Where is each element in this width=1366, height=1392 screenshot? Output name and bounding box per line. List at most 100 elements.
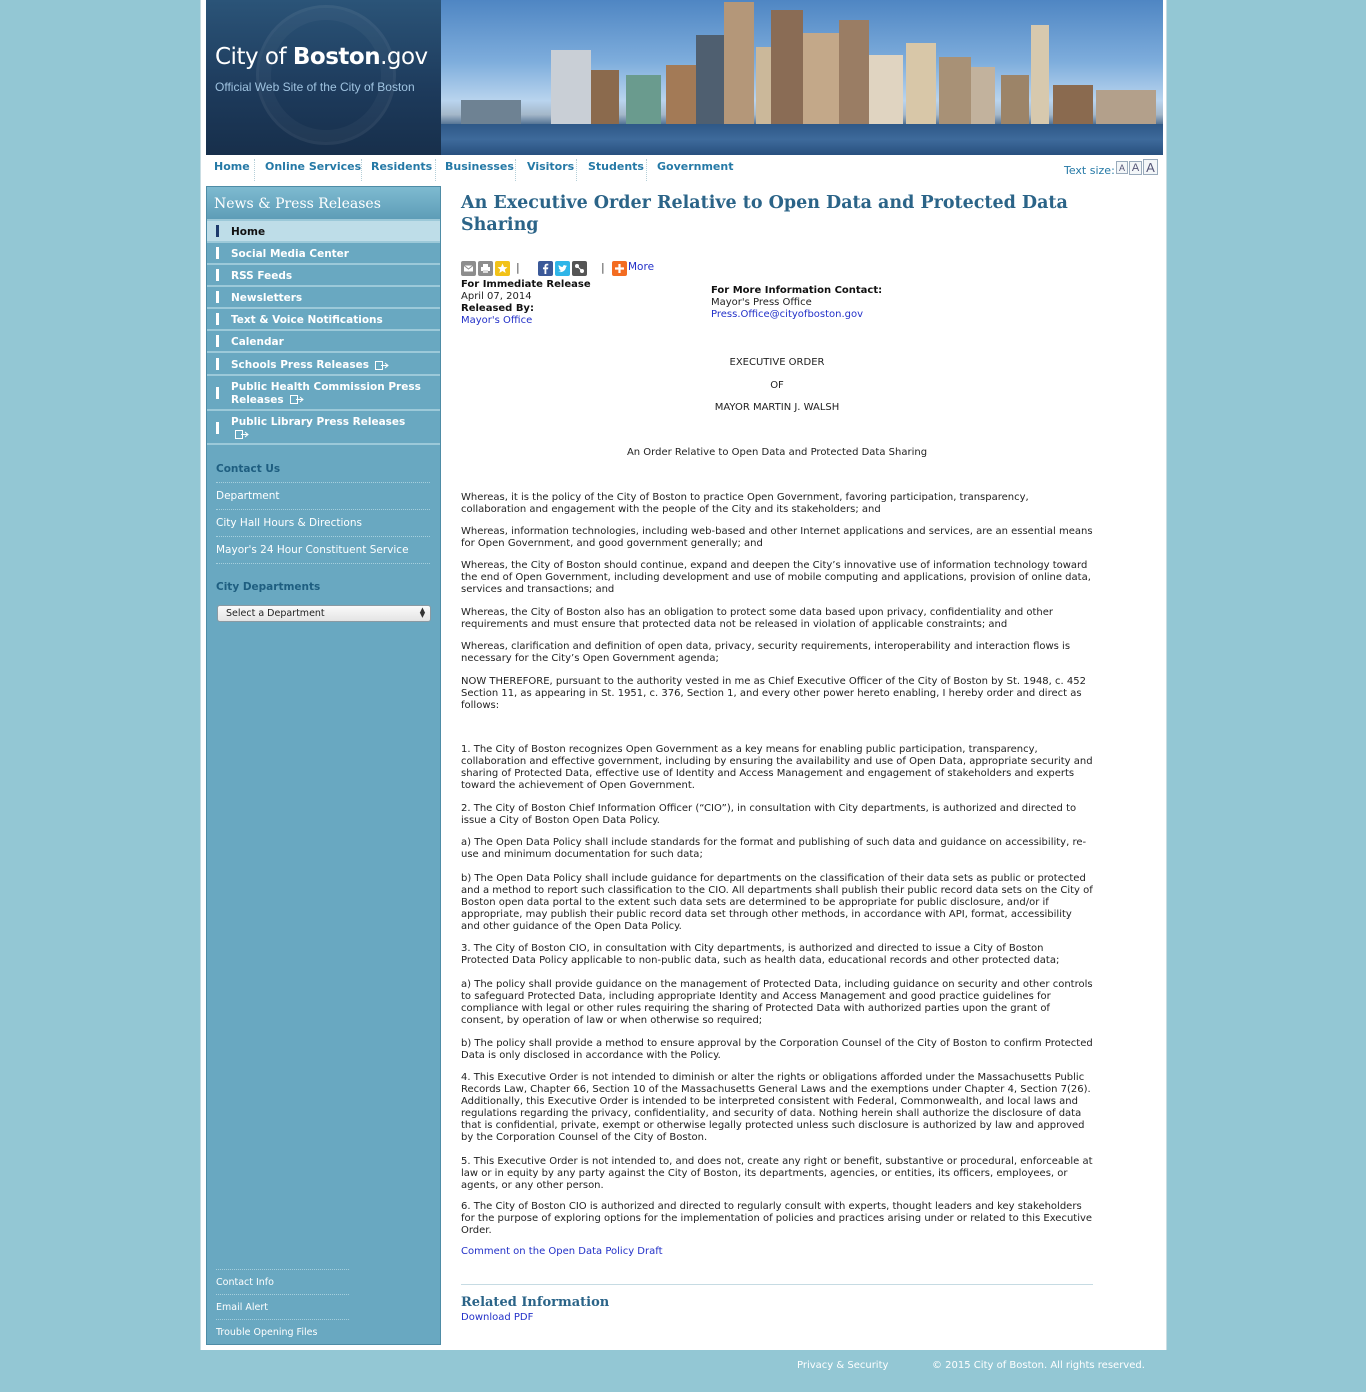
item-marker: [216, 358, 219, 370]
sidebar-item-public-library-press-releases[interactable]: Public Library Press Releases: [207, 409, 440, 445]
item-marker: [216, 313, 219, 325]
article-paragraph: b) The Open Data Policy shall include gu…: [461, 873, 1093, 932]
item-marker: [216, 422, 219, 434]
external-link-icon: [374, 360, 389, 370]
article-paragraph: Whereas, it is the policy of the City of…: [461, 492, 1029, 515]
text-size-medium-button[interactable]: A: [1129, 161, 1142, 175]
text-size-small-button[interactable]: A: [1116, 161, 1128, 174]
sidebar-link-city-hall-hours[interactable]: City Hall Hours & Directions: [216, 517, 362, 529]
contact-email-link[interactable]: Press.Office@cityofboston.gov: [711, 309, 863, 321]
header-banner: City of Boston.gov Official Web Site of …: [206, 0, 1163, 155]
city-seal-icon: [256, 5, 396, 145]
favorite-star-icon[interactable]: [495, 261, 510, 276]
share-toolbar: | | More: [461, 260, 681, 278]
divider: [461, 1284, 1093, 1285]
sidebar-item-label: RSS Feeds: [231, 270, 293, 282]
article-paragraph: Whereas, information technologies, inclu…: [461, 526, 1093, 549]
share-more-link[interactable]: More: [628, 261, 654, 273]
sidebar-item-label: Public Health Commission Press: [231, 381, 421, 393]
nav-divider: [576, 159, 577, 181]
sidebar-header: News & Press Releases: [207, 187, 440, 219]
article-paragraph: Whereas, the City of Boston should conti…: [461, 560, 1091, 595]
nav-residents[interactable]: Residents: [371, 160, 432, 173]
nav-government[interactable]: Government: [657, 160, 733, 173]
article-paragraph: a) The policy shall provide guidance on …: [461, 979, 1093, 1026]
sidebar-item-social-media-center[interactable]: Social Media Center: [207, 241, 440, 263]
article-paragraph: 5. This Executive Order is not intended …: [461, 1156, 1093, 1191]
order-heading-line: EXECUTIVE ORDER: [729, 357, 825, 368]
share-divider: |: [516, 261, 520, 274]
page-container: City of Boston.gov Official Web Site of …: [200, 0, 1167, 1350]
footer-link-contact-info[interactable]: Contact Info: [216, 1277, 274, 1288]
facebook-icon[interactable]: [538, 261, 553, 276]
divider: [216, 1269, 349, 1270]
article-paragraph: a) The Open Data Policy shall include st…: [461, 837, 1087, 860]
order-subheading: An Order Relative to Open Data and Prote…: [626, 447, 928, 458]
contact-us-heading[interactable]: Contact Us: [216, 463, 280, 475]
sidebar-item-label: Newsletters: [231, 292, 303, 304]
divider: [216, 1294, 349, 1295]
nav-divider: [254, 159, 255, 181]
sidebar-item-label: Schools Press Releases: [231, 359, 369, 371]
sidebar-item-rss-feeds[interactable]: RSS Feeds: [207, 263, 440, 285]
logo-title: City of Boston.gov: [215, 44, 428, 70]
sidebar-item-public-health-press-releases[interactable]: Public Health Commission Press Releases: [207, 374, 440, 409]
order-heading-line: OF: [770, 380, 784, 391]
active-indicator: [216, 225, 219, 237]
nav-divider: [435, 159, 436, 181]
nav-home[interactable]: Home: [214, 160, 250, 173]
add-more-icon[interactable]: [612, 261, 627, 276]
department-select[interactable]: Select a Department ▲ ▼: [217, 605, 431, 622]
print-icon[interactable]: [478, 261, 493, 276]
article-paragraph: b) The policy shall provide a method to …: [461, 1038, 1093, 1061]
privacy-security-link[interactable]: Privacy & Security: [797, 1360, 888, 1371]
article-paragraph: Whereas, clarification and definition of…: [461, 641, 1071, 664]
nav-students[interactable]: Students: [588, 160, 644, 173]
sidebar-link-constituent-service[interactable]: Mayor's 24 Hour Constituent Service: [216, 544, 409, 556]
sidebar-link-department[interactable]: Department: [216, 490, 280, 502]
copyright-text: © 2015 City of Boston. All rights reserv…: [932, 1360, 1145, 1371]
sidebar-item-home[interactable]: Home: [207, 219, 440, 241]
sidebar-item-label: Social Media Center: [231, 248, 349, 260]
sidebar-item-newsletters[interactable]: Newsletters: [207, 285, 440, 307]
footer-link-trouble-opening-files[interactable]: Trouble Opening Files: [216, 1327, 317, 1338]
city-departments-heading: City Departments: [216, 581, 321, 593]
nav-divider: [646, 159, 647, 181]
article-paragraph: NOW THEREFORE, pursuant to the authority…: [461, 676, 1086, 711]
email-icon[interactable]: [461, 261, 476, 276]
article-paragraph: 2. The City of Boston Chief Information …: [461, 803, 1077, 826]
item-marker: [216, 247, 219, 259]
sidebar-item-label-line2: Releases: [231, 393, 284, 406]
article-paragraph: 3. The City of Boston CIO, in consultati…: [461, 943, 1060, 966]
article-paragraph: Whereas, the City of Boston also has an …: [461, 607, 1054, 630]
sidebar-item-calendar[interactable]: Calendar: [207, 329, 440, 351]
select-arrows-icon: ▲ ▼: [419, 606, 426, 619]
sidebar-item-text-voice-notifications[interactable]: Text & Voice Notifications: [207, 307, 440, 329]
text-size-label: Text size:: [1064, 164, 1115, 177]
sidebar-item-schools-press-releases[interactable]: Schools Press Releases: [207, 351, 440, 374]
contact-label: For More Information Contact:: [711, 285, 883, 296]
release-date: April 07, 2014: [461, 291, 532, 302]
divider: [216, 482, 430, 483]
order-heading-line: MAYOR MARTIN J. WALSH: [714, 402, 840, 413]
released-by-link[interactable]: Mayor's Office: [461, 315, 532, 327]
text-size-large-button[interactable]: A: [1143, 159, 1158, 175]
twitter-icon[interactable]: [555, 261, 570, 276]
download-pdf-link[interactable]: Download PDF: [461, 1312, 533, 1323]
site-logo[interactable]: City of Boston.gov Official Web Site of …: [206, 0, 441, 155]
divider: [216, 1319, 349, 1320]
share-link-icon[interactable]: [572, 261, 587, 276]
contact-name: Mayor's Press Office: [711, 297, 812, 308]
nav-visitors[interactable]: Visitors: [527, 160, 574, 173]
divider: [216, 563, 430, 564]
left-sidebar: News & Press Releases Home Social Media …: [206, 186, 441, 1345]
department-select-value: Select a Department: [226, 608, 325, 619]
release-type: For Immediate Release: [461, 279, 591, 290]
comment-open-data-link[interactable]: Comment on the Open Data Policy Draft: [461, 1246, 663, 1257]
article-paragraph: 1. The City of Boston recognizes Open Go…: [461, 744, 1093, 791]
footer-link-email-alert[interactable]: Email Alert: [216, 1302, 268, 1313]
nav-online-services[interactable]: Online Services: [265, 160, 361, 173]
page-title: An Executive Order Relative to Open Data…: [461, 193, 1068, 235]
nav-businesses[interactable]: Businesses: [445, 160, 514, 173]
sidebar-item-label: Text & Voice Notifications: [231, 314, 383, 326]
